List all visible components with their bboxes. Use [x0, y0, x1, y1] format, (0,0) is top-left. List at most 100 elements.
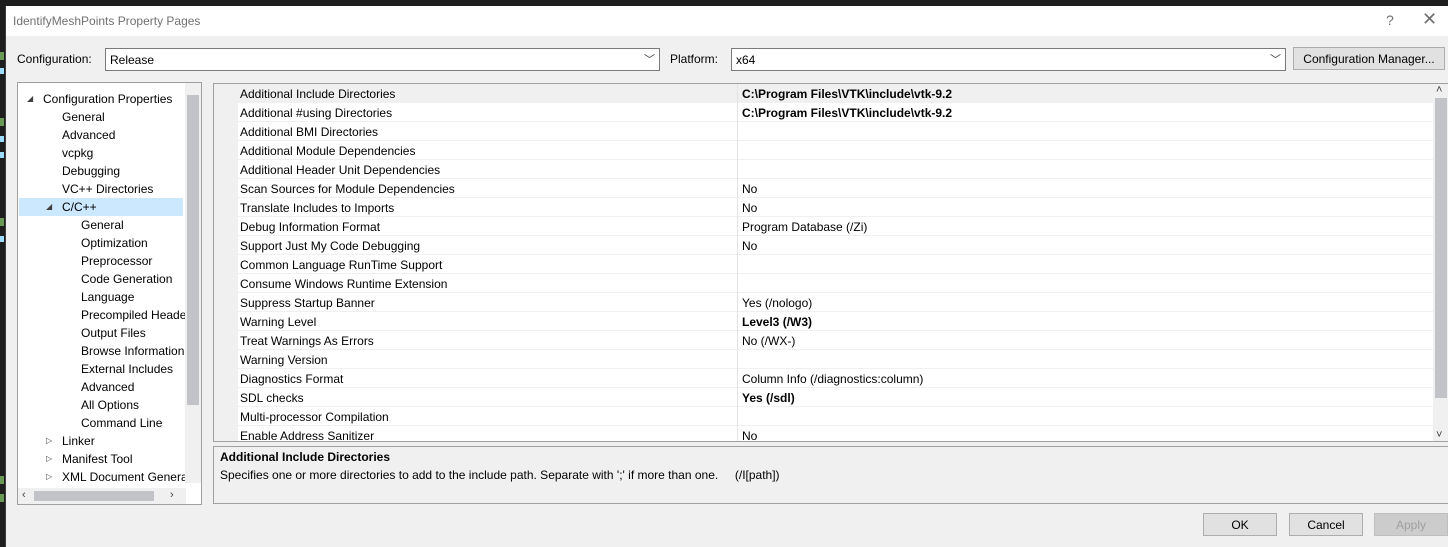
platform-value: x64 [736, 53, 756, 67]
configuration-dropdown[interactable]: Release ﹀ [105, 48, 660, 71]
property-row[interactable]: Suppress Startup Banner Yes (/nologo) [238, 293, 1433, 312]
tree-horizontal-scrollbar[interactable]: ‹ › [18, 488, 186, 504]
property-row[interactable]: Multi-processor Compilation [238, 407, 1433, 426]
category-tree[interactable]: ◢ Configuration Properties General Advanced… [17, 82, 202, 505]
property-row[interactable]: Additional #using Directories C:\Program … [238, 103, 1433, 122]
tree-item[interactable]: ◢ C/C++ [19, 198, 183, 216]
description-title: Additional Include Directories [220, 450, 391, 464]
column-divider [737, 426, 738, 441]
property-row[interactable]: SDL checks Yes (/sdl) [238, 388, 1433, 407]
property-name: Additional Header Unit Dependencies [240, 163, 441, 177]
collapsed-arrow-icon[interactable]: ▷ [46, 454, 52, 463]
property-value[interactable]: No [742, 429, 757, 441]
tree-item[interactable]: General [19, 216, 183, 234]
property-row[interactable]: Debug Information Format Program Database… [238, 217, 1433, 236]
scroll-thumb[interactable] [1435, 98, 1447, 398]
property-row[interactable]: Consume Windows Runtime Extension [238, 274, 1433, 293]
scroll-up-icon[interactable]: ˄ [1436, 84, 1442, 96]
property-row[interactable]: Additional Include Directories C:\Program… [238, 84, 1433, 103]
column-divider [737, 331, 738, 350]
property-name: Enable Address Sanitizer [240, 429, 375, 442]
expanded-arrow-icon[interactable]: ◢ [46, 202, 52, 211]
tree-item[interactable]: Code Generation [19, 270, 183, 288]
column-divider [737, 274, 738, 293]
grid-vertical-scrollbar[interactable]: ˄ ˅ [1433, 84, 1448, 441]
tree-item-label: XML Document Genera [62, 470, 188, 484]
column-divider [737, 388, 738, 407]
tree-item[interactable]: ▷ XML Document Genera [19, 468, 188, 486]
scroll-thumb[interactable] [187, 95, 199, 405]
tree-item[interactable]: Output Files [19, 324, 183, 342]
cancel-button[interactable]: Cancel [1289, 513, 1363, 536]
ok-button[interactable]: OK [1203, 513, 1277, 536]
collapsed-arrow-icon[interactable]: ▷ [46, 436, 52, 445]
property-value[interactable]: No [742, 182, 757, 196]
property-row[interactable]: Additional Module Dependencies [238, 141, 1433, 160]
property-row[interactable]: Warning Level Level3 (/W3) [238, 312, 1433, 331]
tree-item[interactable]: Browse Information [19, 342, 184, 360]
property-row[interactable]: Additional Header Unit Dependencies [238, 160, 1433, 179]
tree-vertical-scrollbar[interactable] [185, 83, 201, 483]
property-pages-dialog: IdentifyMeshPoints Property Pages ? ✕ Co… [5, 6, 1448, 547]
tree-item[interactable]: Advanced [19, 126, 183, 144]
property-row[interactable]: Common Language RunTime Support [238, 255, 1433, 274]
platform-dropdown[interactable]: x64 ﹀ [731, 48, 1286, 71]
property-row[interactable]: Scan Sources for Module Dependencies No [238, 179, 1433, 198]
close-button[interactable]: ✕ [1422, 9, 1437, 30]
tree-item[interactable]: External Includes [19, 360, 183, 378]
property-row[interactable]: Support Just My Code Debugging No [238, 236, 1433, 255]
apply-button[interactable]: Apply [1374, 513, 1448, 536]
tree-item[interactable]: Command Line [19, 414, 183, 432]
property-value[interactable]: Yes (/nologo) [742, 296, 812, 310]
tree-item[interactable]: ▷ Manifest Tool [19, 450, 183, 468]
tree-item-label: External Includes [81, 362, 174, 376]
scroll-right-icon[interactable]: › [170, 489, 174, 501]
scroll-down-icon[interactable]: ˅ [1436, 429, 1442, 441]
tree-item-label: Command Line [81, 416, 163, 430]
tree-item[interactable]: ◢ Configuration Properties [19, 90, 183, 108]
property-name: Diagnostics Format [240, 372, 344, 386]
property-value[interactable]: No [742, 201, 757, 215]
expanded-arrow-icon[interactable]: ◢ [27, 94, 33, 103]
tree-item[interactable]: vcpkg [19, 144, 183, 162]
property-value[interactable]: C:\Program Files\VTK\include\vtk-9.2 [742, 106, 952, 120]
property-row[interactable]: Warning Version [238, 350, 1433, 369]
tree-item[interactable]: VC++ Directories [19, 180, 183, 198]
tree-item-label: General [81, 218, 124, 232]
tree-item[interactable]: ▷ Linker [19, 432, 183, 450]
scroll-left-icon[interactable]: ‹ [22, 489, 26, 501]
column-divider [737, 141, 738, 160]
property-value[interactable]: Program Database (/Zi) [742, 220, 867, 234]
property-name: Treat Warnings As Errors [240, 334, 374, 348]
property-row[interactable]: Treat Warnings As Errors No (/WX-) [238, 331, 1433, 350]
tree-item-label: Configuration Properties [43, 92, 173, 106]
property-value[interactable]: Level3 (/W3) [742, 315, 812, 329]
tree-item[interactable]: All Options [19, 396, 183, 414]
property-value[interactable]: C:\Program Files\VTK\include\vtk-9.2 [742, 87, 952, 101]
property-value[interactable]: No (/WX-) [742, 334, 795, 348]
configuration-manager-button[interactable]: Configuration Manager... [1293, 47, 1445, 70]
property-row[interactable]: Enable Address Sanitizer No [238, 426, 1433, 442]
property-value[interactable]: No [742, 239, 757, 253]
tree-item[interactable]: Language [19, 288, 183, 306]
tree-item[interactable]: General [19, 108, 183, 126]
property-value[interactable]: Yes (/sdl) [742, 391, 795, 405]
property-name: Warning Version [240, 353, 328, 367]
collapsed-arrow-icon[interactable]: ▷ [46, 472, 52, 481]
tree-item[interactable]: Optimization [19, 234, 183, 252]
property-row[interactable]: Additional BMI Directories [238, 122, 1433, 141]
property-value[interactable]: Column Info (/diagnostics:column) [742, 372, 923, 386]
tree-item[interactable]: Preprocessor [19, 252, 183, 270]
configuration-label: Configuration: [17, 52, 92, 66]
tree-item[interactable]: Precompiled Heade [19, 306, 186, 324]
column-divider [737, 198, 738, 217]
property-row[interactable]: Translate Includes to Imports No [238, 198, 1433, 217]
scroll-thumb[interactable] [34, 491, 154, 501]
tree-item[interactable]: Debugging [19, 162, 183, 180]
property-row[interactable]: Diagnostics Format Column Info (/diagnost… [238, 369, 1433, 388]
column-divider [737, 84, 738, 103]
property-name: Common Language RunTime Support [240, 258, 443, 272]
tree-item[interactable]: Advanced [19, 378, 183, 396]
tree-item-label: Advanced [81, 380, 135, 394]
help-button[interactable]: ? [1386, 12, 1394, 28]
